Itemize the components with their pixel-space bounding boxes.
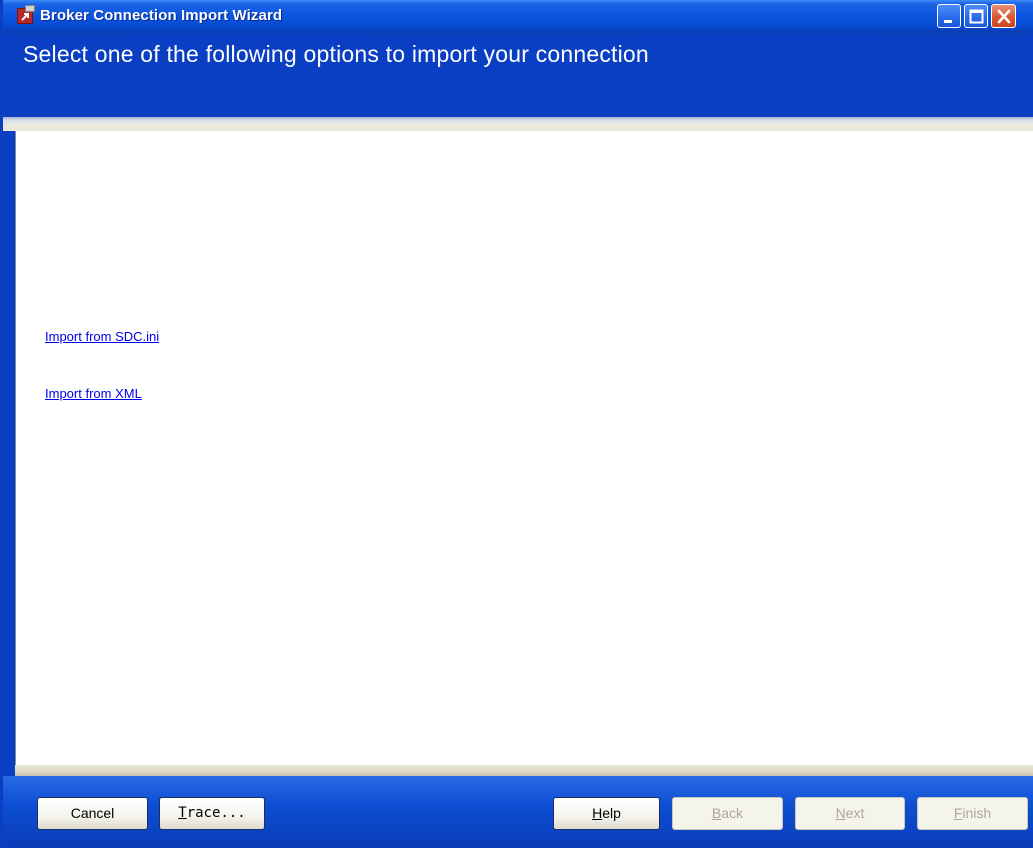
maximize-button[interactable] <box>964 4 988 28</box>
back-button[interactable]: Back <box>672 797 783 830</box>
cancel-label: Cancel <box>70 805 115 821</box>
minimize-button[interactable] <box>937 4 961 28</box>
trace-label: race... <box>186 805 246 821</box>
cancel-button[interactable]: Cancel <box>37 797 148 830</box>
maximize-icon <box>969 9 984 24</box>
footer-divider <box>15 765 1033 776</box>
close-icon <box>997 9 1011 24</box>
header-divider <box>3 117 1033 131</box>
options-panel: Import from SDC.ini Import from XML <box>15 131 1033 765</box>
finish-button[interactable]: Finish <box>917 797 1028 830</box>
help-mnemonic: H <box>592 805 603 821</box>
next-button[interactable]: Next <box>795 797 905 830</box>
title-bar[interactable]: Broker Connection Import Wizard <box>3 0 1033 33</box>
wizard-window: Broker Connection Import Wizard Select o… <box>0 0 1033 848</box>
import-arrow-icon <box>17 5 35 24</box>
import-sdc-link[interactable]: Import from SDC.ini <box>45 329 159 344</box>
close-button[interactable] <box>991 4 1016 28</box>
trace-mnemonic: T <box>178 805 187 821</box>
wizard-instruction: Select one of the following options to i… <box>23 41 649 67</box>
help-label: elp <box>602 805 621 821</box>
next-label: ext <box>845 805 865 821</box>
next-mnemonic: N <box>835 805 846 821</box>
help-button[interactable]: Help <box>553 797 660 830</box>
import-xml-link[interactable]: Import from XML <box>45 386 142 401</box>
window-title: Broker Connection Import Wizard <box>40 7 283 24</box>
trace-button[interactable]: Trace... <box>159 797 265 830</box>
finish-label: inish <box>962 805 992 821</box>
back-mnemonic: B <box>711 805 722 821</box>
minimize-icon <box>944 20 952 23</box>
back-label: ack <box>721 805 744 821</box>
